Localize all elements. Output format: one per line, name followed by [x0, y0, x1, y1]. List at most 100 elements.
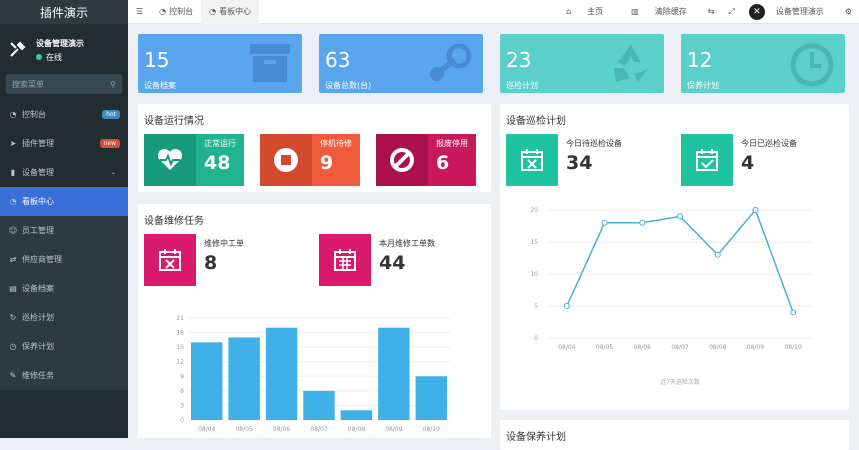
x-tick-label: 08/09 [747, 344, 764, 351]
stat-label: 保养计划 [687, 81, 719, 90]
heartbeat-icon [144, 134, 196, 186]
stat-value: 15 [144, 48, 170, 72]
clear-cache-link[interactable]: ▥ 清除缓存 [617, 6, 701, 17]
sidebar-item-label: 看板中心 [22, 197, 54, 206]
menu-badge: hot [102, 110, 120, 119]
x-tick-label: 08/07 [671, 344, 688, 351]
x-tick-label: 08/10 [784, 344, 801, 351]
status-card-stopped[interactable]: 停机待修 9 [260, 134, 360, 186]
inspect-card-pending[interactable]: 今日待巡检设备 34 [506, 134, 666, 186]
x-tick-label: 08/04 [558, 344, 575, 351]
sidebar-item-label: 供应商管理 [22, 255, 62, 264]
user-menu-label: 设备管理演示 [775, 7, 824, 16]
card-value: 34 [566, 152, 593, 174]
x-tick-label: 08/05 [235, 426, 252, 433]
data-point [563, 303, 570, 309]
x-tick-label: 08/06 [634, 344, 651, 351]
status-card-scrapped[interactable]: 报废停用 6 [376, 134, 476, 186]
sidebar-item[interactable]: ▤ 设备档案 [0, 274, 128, 303]
card-label: 今日已巡检设备 [741, 139, 797, 148]
stat-value: 63 [325, 48, 351, 72]
data-point [639, 219, 646, 226]
data-point [677, 213, 683, 220]
stat-card-devices[interactable]: 63 设备总数(台) [319, 34, 483, 93]
menu-toggle-icon[interactable]: ☰ [128, 0, 151, 24]
steam-icon [430, 43, 472, 81]
tab-board-center[interactable]: ◔ 看板中心 [201, 0, 260, 24]
sidebar-item[interactable]: ◔ 看板中心 [0, 187, 128, 216]
stat-card-archive[interactable]: 15 设备档案 [138, 34, 302, 93]
card-value: 44 [379, 252, 406, 274]
user-menu[interactable]: ✕ 设备管理演示 [742, 3, 838, 20]
user-icon: ☺ [8, 226, 18, 235]
stat-card-inspection[interactable]: 23 巡检计划 [500, 34, 664, 93]
sidebar-item[interactable]: ◔ 控制台 hot [0, 100, 128, 129]
inspect-card-done[interactable]: 今日已巡检设备 4 [681, 134, 841, 186]
x-axis-label: 近7天巡检次数 [660, 378, 700, 386]
x-tick-label: 08/07 [310, 426, 327, 433]
archive-icon: ▤ [9, 284, 17, 293]
file-icon: ▮ [10, 168, 16, 177]
stat-card-maintenance[interactable]: 12 保养计划 [681, 34, 845, 93]
data-point [714, 251, 721, 258]
calendar-icon [319, 234, 371, 286]
archive-icon [250, 44, 290, 82]
menu-badge: new [99, 139, 120, 148]
search-input[interactable]: 搜索菜单 [12, 79, 44, 90]
panel-title: 设备保养计划 [506, 432, 566, 443]
calendar-check-icon [681, 134, 733, 186]
y-tick-label: 5 [534, 303, 538, 310]
tab-dashboard[interactable]: ◔ 控制台 [151, 0, 201, 24]
settings-icon[interactable]: ⚙ [838, 7, 859, 16]
sidebar-item-label: 保养计划 [22, 342, 54, 351]
menu-search[interactable]: 搜索菜单 ⚲ [6, 74, 122, 94]
tab-label: 看板中心 [219, 7, 252, 16]
sidebar-item[interactable]: ✎ 维修任务 [0, 361, 128, 390]
repair-card-month[interactable]: 本月维修工单数 44 [319, 234, 479, 286]
user-name: 设备管理演示 [36, 38, 84, 48]
sidebar-item-label: 维修任务 [22, 371, 54, 380]
wrench-icon: ✎ [9, 371, 17, 380]
sidebar-item[interactable]: ▮ 设备管理 ⌄ [0, 158, 128, 187]
sidebar-item[interactable]: ➤ 插件管理 new [0, 129, 128, 158]
dashboard-icon: ◔ [9, 110, 17, 119]
ban-icon [376, 134, 428, 186]
x-tick-label: 08/08 [348, 426, 365, 433]
inspection-panel: 设备巡检计划 今日待巡检设备 34 今日已巡检设备 4 0 5 10 15 20 08/04 0… [500, 104, 849, 410]
avatar: ✕ [748, 3, 765, 20]
data-point [601, 219, 608, 226]
repair-panel: 设备维修任务 维修中工单 8 本月维修工单数 44 0 3 6 9 12 15 18 21 08/0… [138, 204, 491, 438]
online-dot-icon [36, 54, 42, 60]
sidebar: 插件演示 设备管理演示 在线 搜索菜单 ⚲ ◔ 控制台 hot ➤ 插件管理 new ▮ 设备… [0, 0, 128, 438]
tools-icon [6, 39, 28, 61]
repair-card-active[interactable]: 维修中工单 8 [144, 234, 304, 286]
trash-icon: ▥ [631, 7, 639, 16]
sidebar-item-label: 插件管理 [22, 139, 54, 148]
chevron-down-icon: ⌄ [110, 169, 116, 176]
panel-title: 设备运行情况 [144, 116, 204, 127]
sidebar-item[interactable]: ⇄ 供应商管理 [0, 245, 128, 274]
stop-icon [260, 134, 312, 186]
sidebar-item[interactable]: ☺ 员工管理 [0, 216, 128, 245]
bar [303, 390, 335, 420]
search-icon[interactable]: ⚲ [110, 80, 116, 89]
user-status: 在线 [36, 52, 84, 63]
bar [340, 410, 373, 420]
y-tick-label: 6 [180, 388, 184, 395]
card-label: 报废停用 [436, 139, 468, 148]
stat-value: 12 [687, 48, 713, 72]
home-link[interactable]: ⌂ 主页 [552, 6, 617, 17]
translate-icon[interactable]: ⇆ [701, 7, 722, 16]
y-tick-label: 0 [534, 335, 538, 342]
clock-icon [790, 43, 834, 87]
bar [378, 327, 410, 420]
sidebar-item[interactable]: ↻ 巡检计划 [0, 303, 128, 332]
fullscreen-icon[interactable]: ⤢ [721, 7, 741, 17]
data-point [752, 207, 759, 213]
status-card-running[interactable]: 正常运行 48 [144, 134, 244, 186]
y-tick-label: 15 [176, 344, 184, 351]
sidebar-item-label: 员工管理 [22, 226, 54, 235]
bar [415, 376, 447, 420]
sidebar-item[interactable]: ◷ 保养计划 [0, 332, 128, 361]
y-tick-label: 10 [530, 271, 538, 278]
